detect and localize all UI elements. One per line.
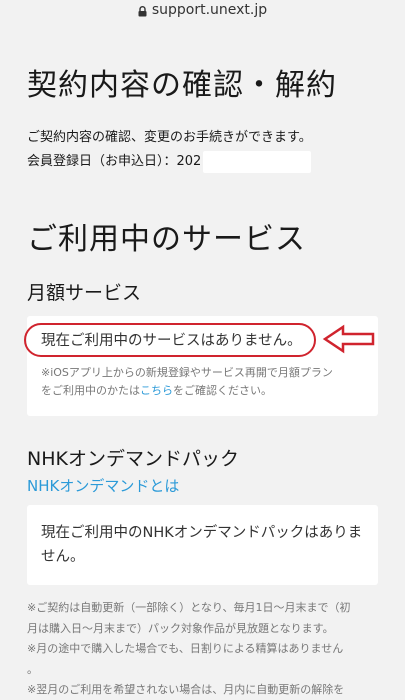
left-arrow-annotation [322,324,375,354]
registration-date-row: 会員登録日（お申込日）：202 [27,150,312,174]
ios-note-link[interactable]: こちら [140,384,173,397]
red-highlight-oval [24,323,316,357]
monthly-service-title: 月額サービス [27,282,142,304]
ios-note-line2: をご利用中のかたはこちらをご確認ください。 [41,382,333,400]
page: support.unext.jp 契約内容の確認・解約 ご契約内容の確認、変更の… [0,0,405,700]
redacted-date [203,151,312,173]
footnotes: ※ご契約は自動更新（一部除く）となり、毎月1日〜月末まで（初 月は購入日〜月末ま… [27,598,387,700]
footnote-line: ※月の途中で購入した場合でも、日割りによる精算はありません [27,642,344,655]
ios-note: ※iOSアプリ上からの新規登録やサービス再開で月額プラン をご利用中のかたはこち… [41,364,333,400]
nhk-about-link[interactable]: NHKオンデマンドとは [27,475,179,497]
lock-icon [138,6,147,17]
ios-note-text-end: をご確認ください。 [173,384,272,397]
services-section-title: ご利用中のサービス [27,222,306,257]
registration-date-label: 会員登録日（お申込日）：202 [27,154,202,169]
intro-text: ご契約内容の確認、変更のお手続きができます。 会員登録日（お申込日）：202 [27,126,312,174]
browser-url-bar[interactable]: support.unext.jp [0,0,405,20]
footnote-line: ※ご契約は自動更新（一部除く）となり、毎月1日〜月末まで（初 [27,601,351,614]
intro-description: ご契約内容の確認、変更のお手続きができます。 [27,130,312,145]
url-text: support.unext.jp [151,2,268,18]
footnote-line: 。 [27,662,38,676]
footnote-line: 月は購入日〜月末まで）パック対象作品が見放題となります。 [27,621,334,635]
footnote-line: ※翌月のご利用を希望されない場合は、月内に自動更新の解除を [27,683,345,696]
ios-note-text: をご利用中のかたは [41,384,140,397]
no-nhk-message: 現在ご利用中のNHKオンデマンドパックはありません。 [41,525,363,565]
page-title: 契約内容の確認・解約 [27,68,337,103]
nhk-pack-title: NHKオンデマンドパック [27,448,239,470]
nhk-service-card: 現在ご利用中のNHKオンデマンドパックはありません。 [27,505,378,585]
ios-note-line1: ※iOSアプリ上からの新規登録やサービス再開で月額プラン [41,366,333,379]
